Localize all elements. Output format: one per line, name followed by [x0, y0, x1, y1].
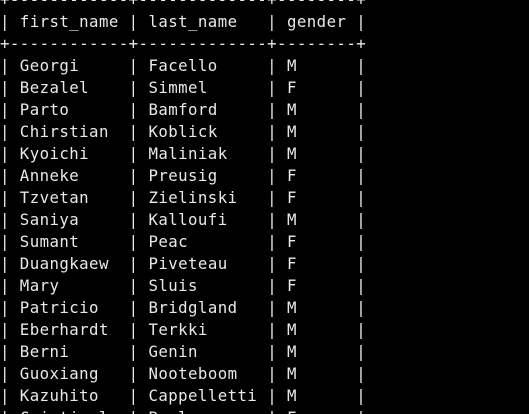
table-cell: M: [286, 100, 297, 119]
table-cell: M: [286, 386, 297, 405]
table-cell: M: [286, 144, 297, 163]
table-row: | Chirstian | Koblick | M |: [0, 122, 367, 141]
table-cell: Nooteboom: [148, 364, 238, 383]
table-cell: Preusig: [148, 166, 218, 185]
column-header: gender: [286, 12, 347, 31]
table-row: | Kazuhito | Cappelletti | M |: [0, 386, 367, 405]
table-cell: Mary: [19, 276, 60, 295]
table-cell: Saniya: [19, 210, 80, 229]
table-cell: Zielinski: [148, 188, 238, 207]
table-cell: F: [286, 78, 297, 97]
table-cell: F: [287, 254, 297, 273]
table-cell: Chirstian: [19, 122, 109, 141]
table-cell: Maliniak: [148, 144, 228, 163]
table-cell: Bamford: [148, 100, 218, 119]
table-row: | Cristinel | Bouloucos | F |: [0, 407, 529, 414]
table-cell: Bouloucos: [148, 408, 237, 414]
table-row: | Bezalel | Simmel | F |: [0, 78, 367, 97]
table-row: | Duangkaew | Piveteau | F |: [0, 254, 367, 273]
table-cell: Facello: [148, 56, 218, 75]
table-cell: Sumant: [19, 232, 80, 251]
table-row: | Kyoichi | Maliniak | M |: [0, 144, 367, 163]
table-cell: Kyoichi: [19, 144, 90, 163]
table-row: | Parto | Bamford | M |: [0, 100, 367, 119]
table-row: | Patricio | Bridgland | M |: [0, 298, 367, 317]
table-cell: Sluis: [148, 276, 198, 295]
table-cell: Peac: [148, 232, 189, 251]
table-cell: Anneke: [19, 166, 80, 185]
table-cell: F: [286, 188, 297, 207]
table-cell: Koblick: [148, 122, 218, 141]
table-cell: Simmel: [148, 78, 208, 97]
table-cell: Parto: [19, 100, 70, 119]
table-cell: Bridgland: [148, 298, 238, 317]
table-cell: Kazuhito: [19, 386, 99, 405]
table-cell: M: [286, 210, 297, 229]
table-cell: Cristinel: [20, 408, 109, 414]
table-cell: Eberhardt: [19, 320, 109, 339]
table-row: | Sumant | Peac | F |: [0, 232, 367, 251]
table-row: | Saniya | Kalloufi | M |: [0, 210, 367, 229]
table-row: | Mary | Sluis | F |: [0, 276, 367, 295]
table-row: | Eberhardt | Terkki | M |: [0, 320, 367, 339]
column-header: last_name: [148, 12, 238, 31]
table-cell: Genin: [148, 342, 198, 361]
terminal-output: +------------+-------------+--------+| f…: [0, 0, 529, 414]
table-cell: M: [287, 364, 297, 383]
table-cell: Patricio: [19, 298, 99, 317]
table-row: | Anneke | Preusig | F |: [0, 166, 367, 185]
table-cell: Duangkaew: [19, 254, 109, 273]
table-cell: Tzvetan: [19, 188, 90, 207]
table-cell: M: [287, 320, 297, 339]
table-cell: Georgi: [19, 56, 80, 75]
table-row: | Berni | Genin | M |: [0, 342, 367, 361]
table-cell: M: [287, 298, 297, 317]
table-header-row: | first_name | last_name | gender |: [0, 12, 367, 31]
table-cell: Guoxiang: [19, 364, 99, 383]
table-cell: M: [287, 342, 297, 361]
table-cell: F: [287, 276, 297, 295]
table-cell: Kalloufi: [148, 210, 228, 229]
table-border-top: +------------+-------------+--------+: [0, 0, 529, 11]
table-row: | Guoxiang | Nooteboom | M |: [0, 364, 367, 383]
table-cell: Bezalel: [19, 78, 90, 97]
table-cell: F: [287, 408, 297, 414]
table-border-header: +------------+-------------+--------+: [0, 34, 367, 53]
table-cell: Piveteau: [148, 254, 228, 273]
table-row: | Tzvetan | Zielinski | F |: [0, 188, 367, 207]
column-header: first_name: [19, 12, 119, 31]
table-cell: M: [286, 122, 297, 141]
table-cell: F: [286, 166, 297, 185]
table-row: | Georgi | Facello | M |: [0, 56, 367, 75]
table-cell: Berni: [19, 342, 70, 361]
table-cell: Cappelletti: [148, 386, 258, 405]
table-cell: F: [286, 232, 297, 251]
table-cell: M: [286, 56, 297, 75]
table-cell: Terkki: [148, 320, 208, 339]
